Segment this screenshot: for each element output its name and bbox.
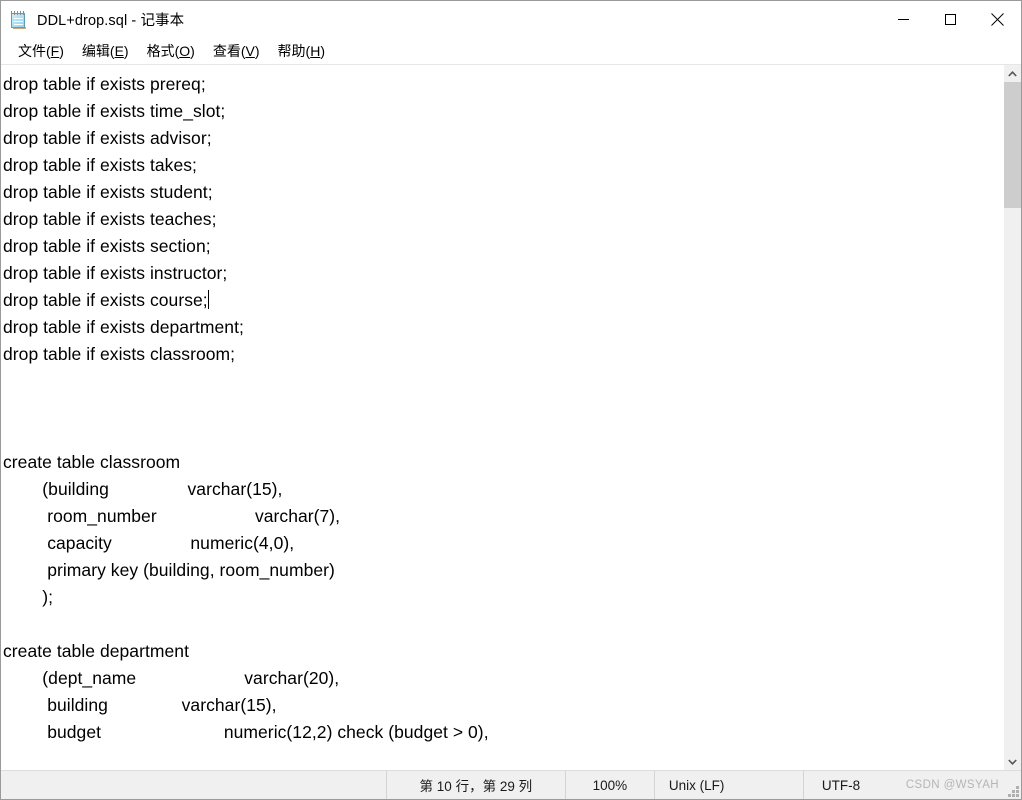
code-line: (building varchar(15), bbox=[1, 476, 1003, 503]
code-line: ); bbox=[1, 584, 1003, 611]
code-line: budget numeric(12,2) check (budget > 0), bbox=[1, 719, 1003, 746]
scroll-thumb[interactable] bbox=[1004, 82, 1021, 208]
window-title: DDL+drop.sql - 记事本 bbox=[37, 13, 185, 29]
code-line: drop table if exists course; bbox=[1, 287, 1003, 314]
menu-view-accel: V bbox=[245, 42, 255, 59]
menu-edit-accel: E bbox=[114, 42, 124, 59]
code-line-text: drop table if exists teaches; bbox=[3, 209, 217, 229]
maximize-icon bbox=[945, 14, 956, 25]
scroll-down-button[interactable] bbox=[1004, 753, 1021, 770]
vertical-scrollbar[interactable] bbox=[1003, 65, 1021, 770]
menu-edit-label: 编辑 bbox=[81, 42, 110, 59]
code-line-text: (dept_name varchar(20), bbox=[3, 668, 340, 688]
code-line: room_number varchar(7), bbox=[1, 503, 1003, 530]
code-line-text: create table classroom bbox=[3, 452, 181, 472]
code-line bbox=[1, 368, 1003, 395]
scroll-track[interactable] bbox=[1004, 82, 1021, 753]
code-line-text: drop table if exists department; bbox=[3, 317, 244, 337]
code-line-text: drop table if exists course; bbox=[3, 290, 208, 310]
resize-grip-icon[interactable] bbox=[1005, 783, 1019, 797]
code-line bbox=[1, 422, 1003, 449]
code-line: building varchar(15), bbox=[1, 692, 1003, 719]
menu-view[interactable]: 查看(V) bbox=[204, 40, 269, 63]
code-line: drop table if exists classroom; bbox=[1, 341, 1003, 368]
code-line-text: drop table if exists section; bbox=[3, 236, 211, 256]
code-line-text: drop table if exists advisor; bbox=[3, 128, 212, 148]
text-cursor bbox=[207, 290, 209, 309]
code-line-text: budget numeric(12,2) check (budget > 0), bbox=[3, 722, 489, 742]
minimize-icon bbox=[898, 19, 909, 20]
chevron-down-icon bbox=[1008, 758, 1017, 765]
code-line-text: drop table if exists time_slot; bbox=[3, 101, 226, 121]
code-line: drop table if exists advisor; bbox=[1, 125, 1003, 152]
menu-bar: 文件(F) 编辑(E) 格式(O) 查看(V) 帮助(H) bbox=[1, 38, 1021, 65]
code-line-text: (building varchar(15), bbox=[3, 479, 283, 499]
code-line: primary key (building, room_number) bbox=[1, 557, 1003, 584]
scroll-up-button[interactable] bbox=[1004, 65, 1021, 82]
code-line: (dept_name varchar(20), bbox=[1, 665, 1003, 692]
notepad-window: DDL+drop.sql - 记事本 文件(F) 编辑(E) 格式(O) 查看(… bbox=[0, 0, 1022, 800]
menu-format-accel: O bbox=[179, 42, 191, 59]
code-line bbox=[1, 395, 1003, 422]
close-button[interactable] bbox=[974, 1, 1021, 38]
code-line-text: drop table if exists classroom; bbox=[3, 344, 236, 364]
code-line-text: drop table if exists prereq; bbox=[3, 74, 206, 94]
code-line-text: room_number varchar(7), bbox=[3, 506, 341, 526]
code-line: drop table if exists takes; bbox=[1, 152, 1003, 179]
code-line: drop table if exists instructor; bbox=[1, 260, 1003, 287]
code-line: create table classroom bbox=[1, 449, 1003, 476]
status-encoding[interactable]: UTF-8 bbox=[802, 771, 906, 799]
code-line: capacity numeric(4,0), bbox=[1, 530, 1003, 557]
close-icon bbox=[991, 13, 1004, 26]
status-zoom-level[interactable]: 100% bbox=[564, 771, 654, 799]
status-cursor-position: 第 10 行，第 29 列 bbox=[385, 771, 565, 799]
code-line: drop table if exists teaches; bbox=[1, 206, 1003, 233]
code-line: drop table if exists student; bbox=[1, 179, 1003, 206]
text-editor[interactable]: drop table if exists prereq; drop table i… bbox=[1, 65, 1003, 770]
code-line bbox=[1, 611, 1003, 638]
menu-format[interactable]: 格式(O) bbox=[138, 40, 204, 63]
code-line-text: ); bbox=[3, 587, 54, 607]
code-line: drop table if exists time_slot; bbox=[1, 98, 1003, 125]
watermark-text: CSDN @WSYAH bbox=[905, 779, 999, 791]
code-line-text: drop table if exists takes; bbox=[3, 155, 197, 175]
title-bar: DDL+drop.sql - 记事本 bbox=[1, 1, 1021, 38]
menu-format-label: 格式 bbox=[146, 42, 175, 59]
menu-help-accel: H bbox=[310, 42, 321, 59]
code-line-text: primary key (building, room_number) bbox=[3, 560, 335, 580]
chevron-up-icon bbox=[1008, 70, 1017, 77]
menu-file-label: 文件 bbox=[18, 42, 46, 59]
menu-file[interactable]: 文件(F) bbox=[9, 40, 73, 63]
code-line-text: capacity numeric(4,0), bbox=[3, 533, 295, 553]
code-line: drop table if exists section; bbox=[1, 233, 1003, 260]
menu-file-accel: F bbox=[50, 42, 60, 59]
code-line-text: create table department bbox=[3, 641, 189, 661]
code-line-text: drop table if exists instructor; bbox=[3, 263, 228, 283]
status-bar: 第 10 行，第 29 列 100% Unix (LF) UTF-8 CSDN … bbox=[1, 770, 1021, 799]
notepad-icon bbox=[10, 10, 28, 29]
status-line-ending[interactable]: Unix (LF) bbox=[653, 771, 803, 799]
window-controls bbox=[880, 1, 1021, 38]
menu-edit[interactable]: 编辑(E) bbox=[73, 40, 138, 63]
menu-help[interactable]: 帮助(H) bbox=[269, 40, 334, 63]
status-spacer bbox=[1, 771, 386, 799]
code-line: drop table if exists prereq; bbox=[1, 71, 1003, 98]
code-line-text: drop table if exists student; bbox=[3, 182, 213, 202]
minimize-button[interactable] bbox=[880, 1, 927, 38]
code-line: drop table if exists department; bbox=[1, 314, 1003, 341]
menu-help-label: 帮助 bbox=[277, 42, 306, 59]
editor-region: drop table if exists prereq; drop table i… bbox=[1, 65, 1021, 770]
code-line: create table department bbox=[1, 638, 1003, 665]
maximize-button[interactable] bbox=[927, 1, 974, 38]
code-line-text: building varchar(15), bbox=[3, 695, 277, 715]
menu-view-label: 查看 bbox=[212, 42, 241, 59]
